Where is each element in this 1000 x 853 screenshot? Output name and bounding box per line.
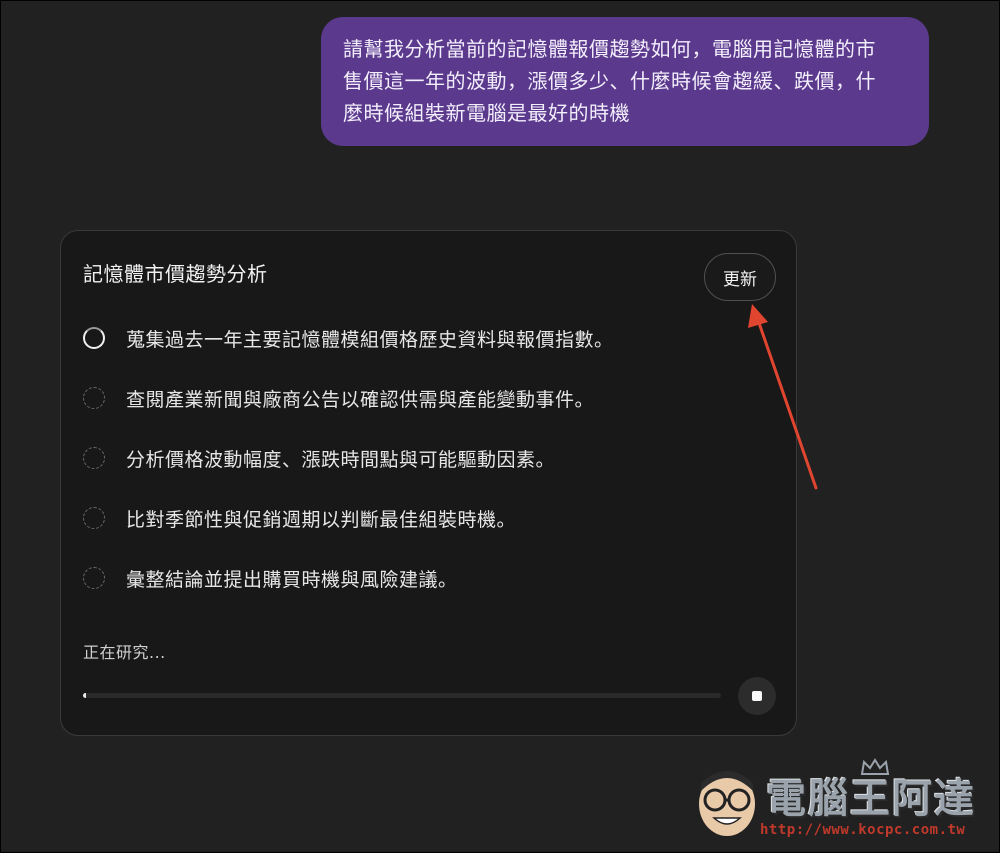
research-step: 分析價格波動幅度、漲跌時間點與可能驅動因素。 <box>83 443 555 473</box>
research-step-text: 分析價格波動幅度、漲跌時間點與可能驅動因素。 <box>126 448 556 471</box>
research-status: 正在研究... <box>83 643 166 662</box>
research-step-text: 比對季節性與促銷週期以判斷最佳組裝時機。 <box>126 508 517 531</box>
pending-circle-icon <box>83 567 105 589</box>
progress-fill <box>83 693 86 698</box>
research-step-text: 蒐集過去一年主要記憶體模組價格歷史資料與報價指數。 <box>126 328 614 351</box>
user-message-line: 請幫我分析當前的記憶體報價趨勢如何，電腦用記憶體的市 <box>343 37 876 61</box>
research-step: 蒐集過去一年主要記憶體模組價格歷史資料與報價指數。 <box>83 323 614 353</box>
stop-button[interactable] <box>738 677 776 715</box>
user-message-line: 售價這一年的波動，漲價多少、什麼時候會趨緩、跌價，什 <box>343 69 876 93</box>
research-step-text: 查閱產業新聞與廠商公告以確認供需與產能變動事件。 <box>126 388 595 411</box>
annotation-arrow-icon <box>748 304 818 490</box>
mascot-face-icon <box>699 771 755 836</box>
progress-bar <box>83 693 721 698</box>
stop-icon <box>752 691 762 701</box>
pending-circle-icon <box>83 387 105 409</box>
user-message-line: 麼時候組裝新電腦是最好的時機 <box>343 101 630 125</box>
pending-circle-icon <box>83 447 105 469</box>
user-message-bubble: 請幫我分析當前的記憶體報價趨勢如何，電腦用記憶體的市 售價這一年的波動，漲價多少… <box>321 17 929 146</box>
research-step: 比對季節性與促銷週期以判斷最佳組裝時機。 <box>83 503 516 533</box>
update-button[interactable]: 更新 <box>704 253 776 301</box>
watermark: 電腦王阿達 http://www.kocpc.com.tw <box>688 758 993 848</box>
research-plan-card: 記憶體市價趨勢分析 更新 蒐集過去一年主要記憶體模組價格歷史資料與報價指數。 查… <box>60 230 797 736</box>
card-title: 記憶體市價趨勢分析 <box>83 262 268 286</box>
spinner-icon <box>83 327 105 349</box>
watermark-url: http://www.kocpc.com.tw <box>760 822 966 838</box>
pending-circle-icon <box>83 507 105 529</box>
watermark-title: 電腦王阿達 <box>766 776 976 822</box>
research-step: 查閱產業新聞與廠商公告以確認供需與產能變動事件。 <box>83 383 594 413</box>
research-step: 彙整結論並提出購買時機與風險建議。 <box>83 563 458 593</box>
research-step-text: 彙整結論並提出購買時機與風險建議。 <box>126 568 458 591</box>
